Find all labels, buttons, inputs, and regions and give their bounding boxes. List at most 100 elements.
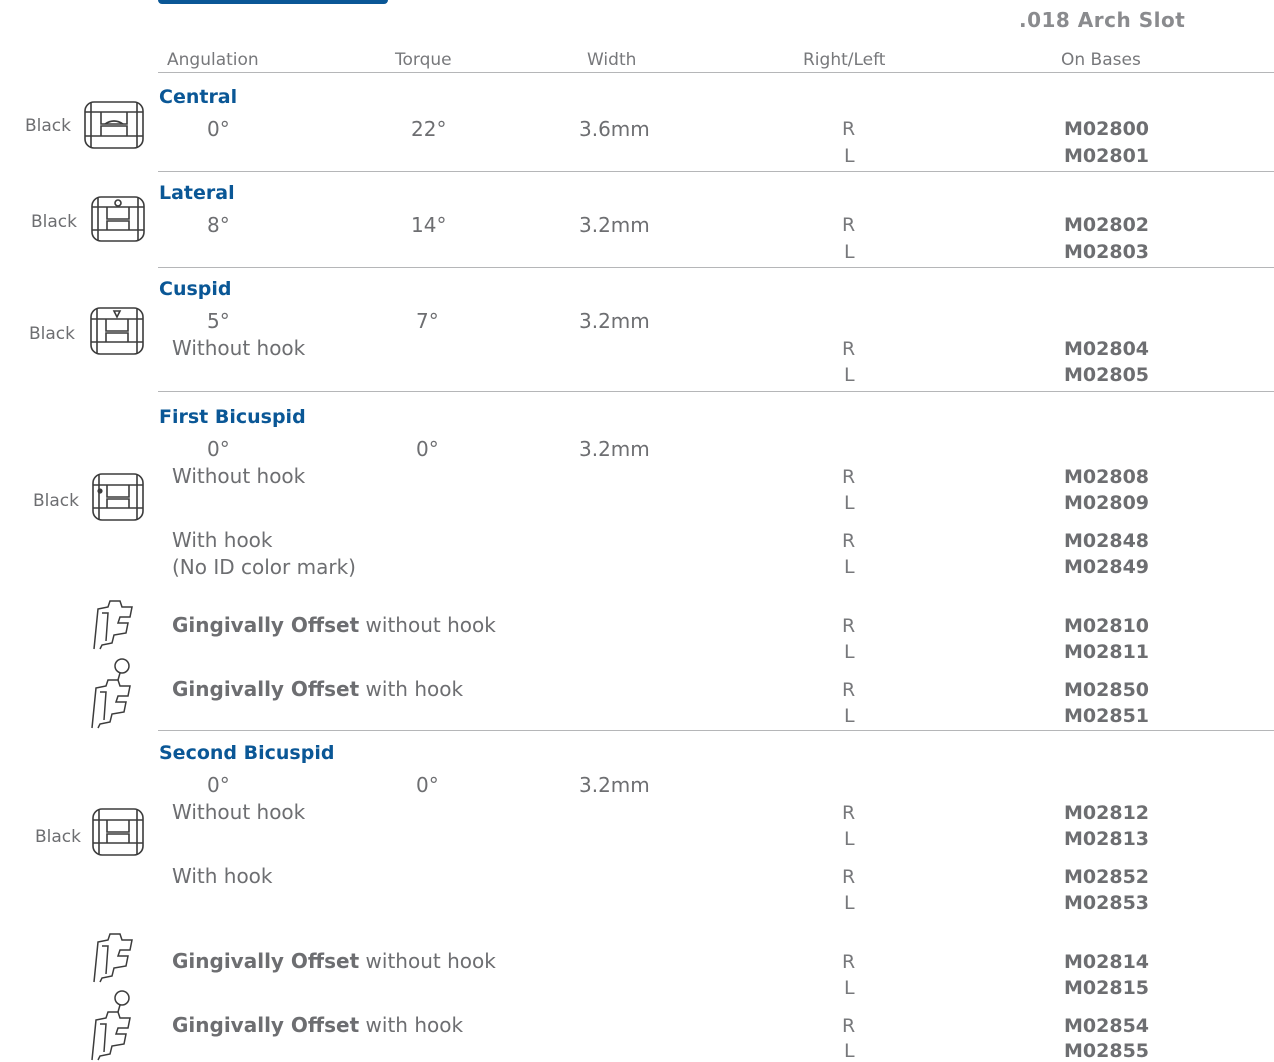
variant-label: With hook (172, 528, 273, 552)
left-marker: L (844, 641, 855, 663)
product-code: M02852 (1064, 866, 1150, 888)
product-code: M02851 (1064, 705, 1150, 727)
divider (158, 72, 1274, 73)
section-title-lateral: Lateral (159, 182, 235, 204)
torque-value: 0° (416, 437, 439, 461)
col-angulation: Angulation (167, 50, 259, 70)
left-marker: L (844, 828, 855, 850)
angulation-value: 5° (207, 309, 230, 333)
offset-bracket-icon (93, 933, 133, 983)
right-marker: R (842, 530, 856, 552)
color-label: Black (29, 324, 75, 344)
variant-label: Without hook (172, 800, 306, 824)
product-code: M02811 (1064, 641, 1150, 663)
variant-label-bold: Gingivally Offset (172, 677, 360, 701)
product-code: M02848 (1064, 530, 1150, 552)
left-marker: L (844, 145, 855, 167)
angulation-value: 0° (207, 117, 230, 141)
product-code: M02812 (1064, 802, 1150, 824)
variant-label: Gingivally Offset without hook (172, 949, 496, 973)
right-marker: R (842, 679, 856, 701)
torque-value: 0° (416, 773, 439, 797)
width-value: 3.6mm (579, 117, 650, 141)
variant-label-bold: Gingivally Offset (172, 1013, 360, 1037)
right-marker: R (842, 615, 856, 637)
right-marker: R (842, 466, 856, 488)
product-code: M02855 (1064, 1040, 1150, 1062)
product-code: M02814 (1064, 951, 1150, 973)
section-title-cuspid: Cuspid (159, 278, 232, 300)
width-value: 3.2mm (579, 309, 650, 333)
offset-bracket-icon (93, 600, 133, 650)
variant-label-rest: without hook (359, 613, 496, 637)
product-code: M02850 (1064, 679, 1150, 701)
bracket-icon (90, 307, 144, 355)
product-code: M02805 (1064, 364, 1150, 386)
left-marker: L (844, 492, 855, 514)
bracket-icon (84, 101, 144, 149)
section-title-second-bicuspid: Second Bicuspid (159, 742, 335, 764)
product-code: M02815 (1064, 977, 1150, 999)
product-code: M02808 (1064, 466, 1150, 488)
product-code: M02809 (1064, 492, 1150, 514)
variant-label-rest: with hook (359, 677, 464, 701)
bracket-icon (92, 473, 144, 521)
angulation-value: 0° (207, 773, 230, 797)
color-label: Black (31, 212, 77, 232)
width-value: 3.2mm (579, 213, 650, 237)
variant-label-bold: Gingivally Offset (172, 949, 360, 973)
variant-label: With hook (172, 864, 273, 888)
width-value: 3.2mm (579, 773, 650, 797)
section-title-central: Central (159, 86, 238, 108)
product-code: M02801 (1064, 145, 1150, 167)
product-code: M02803 (1064, 241, 1150, 263)
offset-hook-bracket-icon (91, 658, 131, 729)
color-label: Black (33, 491, 79, 511)
angulation-value: 0° (207, 437, 230, 461)
left-marker: L (844, 892, 855, 914)
section-title-first-bicuspid: First Bicuspid (159, 406, 306, 428)
bracket-icon (91, 196, 145, 242)
title-fragment (158, 0, 388, 4)
col-width: Width (587, 50, 637, 70)
product-code: M02849 (1064, 556, 1150, 578)
divider (158, 730, 1274, 731)
col-torque: Torque (395, 50, 452, 70)
torque-value: 14° (411, 213, 447, 237)
color-label: Black (25, 116, 71, 136)
right-marker: R (842, 118, 856, 140)
variant-label: Gingivally Offset with hook (172, 677, 463, 701)
variant-label: Without hook (172, 336, 306, 360)
width-value: 3.2mm (579, 437, 650, 461)
right-marker: R (842, 951, 856, 973)
variant-label-rest: with hook (359, 1013, 464, 1037)
right-marker: R (842, 1015, 856, 1037)
variant-label: Gingivally Offset with hook (172, 1013, 463, 1037)
arch-slot-label: .018 Arch Slot (1019, 8, 1186, 32)
left-marker: L (844, 1040, 855, 1062)
offset-hook-bracket-icon (91, 990, 131, 1061)
color-label: Black (35, 827, 81, 847)
variant-label: Without hook (172, 464, 306, 488)
product-code: M02854 (1064, 1015, 1150, 1037)
right-marker: R (842, 338, 856, 360)
product-code: M02853 (1064, 892, 1150, 914)
product-code: M02804 (1064, 338, 1150, 360)
divider (158, 391, 1274, 392)
product-code: M02810 (1064, 615, 1150, 637)
divider (158, 267, 1274, 268)
product-code: M02800 (1064, 118, 1150, 140)
angulation-value: 8° (207, 213, 230, 237)
col-right-left: Right/Left (803, 50, 886, 70)
divider (158, 171, 1274, 172)
variant-label-bold: Gingivally Offset (172, 613, 360, 637)
col-on-bases: On Bases (1061, 50, 1141, 70)
variant-label-rest: without hook (359, 949, 496, 973)
left-marker: L (844, 556, 855, 578)
variant-label: Gingivally Offset without hook (172, 613, 496, 637)
right-marker: R (842, 866, 856, 888)
torque-value: 7° (416, 309, 439, 333)
left-marker: L (844, 241, 855, 263)
left-marker: L (844, 705, 855, 727)
bracket-icon (92, 808, 144, 856)
